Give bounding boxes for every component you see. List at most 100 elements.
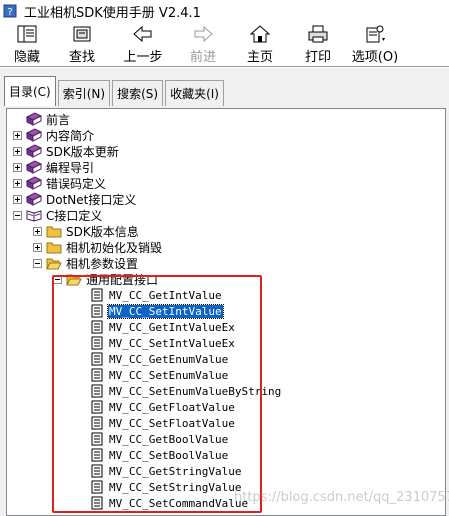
tree-item-label: MV_CC_GetIntValueEx bbox=[109, 320, 235, 334]
collapse-icon[interactable] bbox=[13, 210, 22, 220]
open-book-icon bbox=[26, 207, 42, 223]
tree-item-label: MV_CC_SetCommandValue bbox=[109, 496, 249, 510]
tree-item-camera-params[interactable]: 相机参数设置 bbox=[33, 255, 139, 271]
tree-item-function-page[interactable]: MV_CC_GetIntValue bbox=[89, 287, 223, 303]
tab-strip: 目录(C) 索引(N) 搜索(S) 收藏夹(I) bbox=[4, 76, 226, 106]
options-label: 选项(O) bbox=[351, 50, 399, 65]
tree-item-general-config[interactable]: 通用配置接口 bbox=[53, 271, 159, 287]
tree-item-label: MV_CC_GetIntValue bbox=[109, 288, 222, 302]
tab-contents[interactable]: 目录(C) bbox=[4, 76, 56, 106]
toolbar: 隐藏 查找 上一步 前进 主页 打印 选项(O) bbox=[0, 22, 449, 66]
tree-item-label: MV_CC_GetFloatValue bbox=[109, 400, 235, 414]
tree-item-preface[interactable]: 前言 bbox=[13, 111, 71, 127]
book-icon bbox=[26, 127, 42, 143]
expand-icon[interactable] bbox=[33, 226, 42, 236]
tree-item-camera-init[interactable]: 相机初始化及销毁 bbox=[33, 239, 163, 255]
tree-item-dotnet-interface[interactable]: DotNet接口定义 bbox=[13, 191, 137, 207]
page-icon bbox=[89, 367, 105, 383]
expand-icon[interactable] bbox=[13, 146, 22, 156]
help-app-icon: ? bbox=[2, 3, 18, 19]
tree-item-function-page[interactable]: MV_CC_SetIntValueEx bbox=[89, 335, 236, 351]
expand-icon[interactable] bbox=[13, 130, 22, 140]
tree-item-sdk-version-update[interactable]: SDK版本更新 bbox=[13, 143, 120, 159]
back-button[interactable]: 上一步 bbox=[110, 22, 176, 66]
tab-favorites[interactable]: 收藏夹(I) bbox=[165, 80, 224, 106]
tree-item-label: MV_CC_SetIntValueEx bbox=[109, 336, 235, 350]
hide-label: 隐藏 bbox=[13, 50, 40, 65]
tree-item-function-page[interactable]: MV_CC_GetIntValueEx bbox=[89, 319, 236, 335]
page-icon bbox=[89, 303, 105, 319]
tree-item-label: MV_CC_SetIntValue bbox=[107, 303, 224, 319]
tree-item-label: MV_CC_GetBoolValue bbox=[109, 432, 229, 446]
title-bar: ? 工业相机SDK使用手册 V2.4.1 bbox=[0, 0, 449, 22]
find-button[interactable]: 查找 bbox=[54, 22, 110, 66]
printer-icon bbox=[308, 25, 328, 43]
tab-search[interactable]: 搜索(S) bbox=[112, 80, 164, 106]
tree-item-programming-guide[interactable]: 编程导引 bbox=[13, 159, 95, 175]
tree-item-label: C接口定义 bbox=[46, 208, 103, 223]
home-button[interactable]: 主页 bbox=[230, 22, 290, 66]
find-label: 查找 bbox=[68, 50, 95, 65]
tree-item-function-page[interactable]: MV_CC_SetFloatValue bbox=[89, 415, 236, 431]
tree-item-function-page[interactable]: MV_CC_GetEnumValue bbox=[89, 351, 229, 367]
tree-item-label: MV_CC_SetFloatValue bbox=[109, 416, 235, 430]
tree-item-label: MV_CC_SetBoolValue bbox=[109, 448, 229, 462]
options-icon bbox=[366, 25, 385, 43]
tree-item-label: 错误码定义 bbox=[46, 176, 107, 191]
expand-icon[interactable] bbox=[13, 162, 22, 172]
forward-button[interactable]: 前进 bbox=[176, 22, 230, 66]
hide-button[interactable]: 隐藏 bbox=[0, 22, 54, 66]
hide-icon bbox=[17, 25, 37, 43]
print-button[interactable]: 打印 bbox=[290, 22, 346, 66]
tree-item-content-intro[interactable]: 内容简介 bbox=[13, 127, 95, 143]
tree-item-function-page[interactable]: MV_CC_SetEnumValueByString bbox=[89, 383, 282, 399]
page-icon bbox=[89, 463, 105, 479]
page-icon bbox=[89, 383, 105, 399]
print-label: 打印 bbox=[304, 50, 331, 65]
options-button[interactable]: 选项(O) bbox=[346, 22, 404, 66]
expand-icon[interactable] bbox=[33, 242, 42, 252]
svg-text:?: ? bbox=[7, 7, 12, 18]
page-icon bbox=[89, 351, 105, 367]
open-folder-icon bbox=[66, 271, 82, 287]
book-icon bbox=[26, 175, 42, 191]
navigation-pane: 目录(C) 索引(N) 搜索(S) 收藏夹(I) 前言 内容简介 SDK版本更新… bbox=[0, 68, 449, 516]
tree-item-label: 前言 bbox=[46, 112, 71, 127]
book-icon bbox=[26, 191, 42, 207]
page-icon bbox=[89, 335, 105, 351]
page-icon bbox=[89, 415, 105, 431]
tree-item-label: MV_CC_SetEnumValue bbox=[109, 368, 229, 382]
page-icon bbox=[89, 287, 105, 303]
tree-item-function-page[interactable]: MV_CC_GetFloatValue bbox=[89, 399, 236, 415]
tree-item-sdk-version-info[interactable]: SDK版本信息 bbox=[33, 223, 140, 239]
page-icon bbox=[89, 319, 105, 335]
folder-icon bbox=[46, 223, 62, 239]
page-icon bbox=[89, 399, 105, 415]
tree-item-function-page[interactable]: MV_CC_GetStringValue bbox=[89, 463, 242, 479]
open-folder-icon bbox=[46, 255, 62, 271]
tree-item-label: DotNet接口定义 bbox=[46, 192, 137, 207]
collapse-icon[interactable] bbox=[33, 258, 42, 268]
tab-index[interactable]: 索引(N) bbox=[57, 80, 111, 106]
tree-item-label: MV_CC_SetEnumValueByString bbox=[109, 384, 282, 398]
collapse-icon[interactable] bbox=[53, 274, 62, 284]
tree-item-function-page[interactable]: MV_CC_GetBoolValue bbox=[89, 431, 229, 447]
tree-item-c-interface[interactable]: C接口定义 bbox=[13, 207, 103, 223]
tree-item-label: MV_CC_GetStringValue bbox=[109, 464, 242, 478]
expand-icon[interactable] bbox=[13, 178, 22, 188]
tree-item-function-page[interactable]: MV_CC_SetCommandValue bbox=[89, 495, 249, 511]
window-title: 工业相机SDK使用手册 V2.4.1 bbox=[24, 5, 201, 21]
forward-label: 前进 bbox=[189, 50, 216, 65]
tree-item-function-page[interactable]: MV_CC_SetBoolValue bbox=[89, 447, 229, 463]
back-arrow-icon bbox=[133, 25, 152, 43]
tree-item-function-page[interactable]: MV_CC_SetEnumValue bbox=[89, 367, 229, 383]
tree-item-function-page-selected[interactable]: MV_CC_SetIntValue bbox=[89, 303, 224, 319]
tree-item-label: 相机参数设置 bbox=[66, 256, 139, 271]
tree-item-label: 编程导引 bbox=[46, 160, 95, 175]
home-icon bbox=[249, 25, 271, 43]
contents-tree[interactable]: 前言 内容简介 SDK版本更新 编程导引 错误码定义 DotNet接口定义 C接… bbox=[6, 108, 446, 516]
tree-item-function-page[interactable]: MV_CC_SetStringValue bbox=[89, 479, 242, 495]
tree-item-label: 相机初始化及销毁 bbox=[66, 240, 163, 255]
tree-item-error-codes[interactable]: 错误码定义 bbox=[13, 175, 107, 191]
expand-icon[interactable] bbox=[13, 194, 22, 204]
